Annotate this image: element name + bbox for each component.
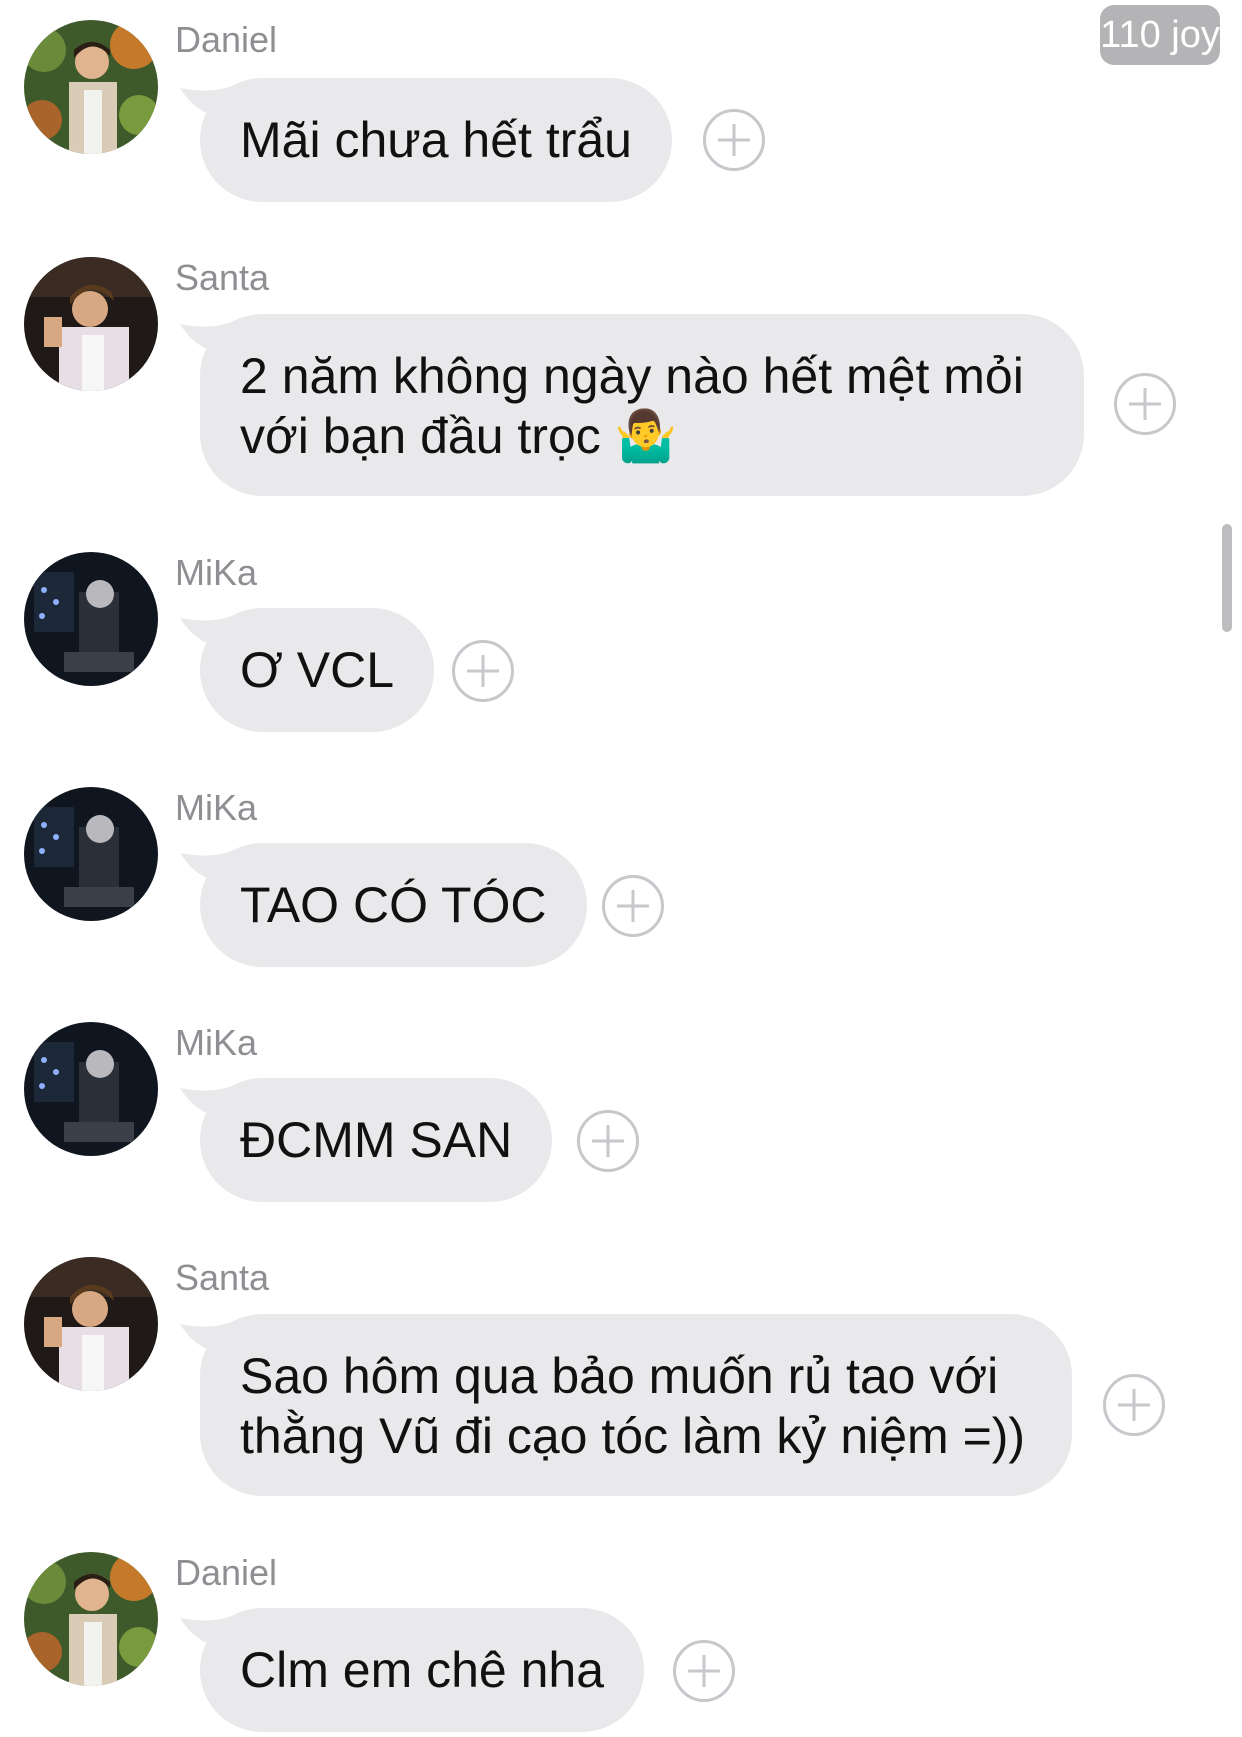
message-bubble[interactable]: Clm em chê nha bbox=[200, 1608, 645, 1732]
mika-avatar[interactable] bbox=[24, 787, 158, 921]
message-bubble[interactable]: Sao hôm qua bảo muốn rủ tao với thằng Vũ… bbox=[200, 1314, 1072, 1496]
daniel-avatar[interactable] bbox=[24, 20, 158, 154]
sender-name: Santa bbox=[175, 257, 270, 298]
message-text: Clm em chê nha bbox=[240, 1642, 605, 1698]
add-reaction-button[interactable] bbox=[602, 875, 664, 937]
mika-avatar[interactable] bbox=[24, 1022, 158, 1156]
message-text: 2 năm không ngày nào hết mệt mỏi bbox=[240, 348, 1024, 404]
reaction-count-badge[interactable]: 110 joy bbox=[1100, 5, 1220, 65]
message-text: với bạn đầu trọc 🤷‍♂️ bbox=[240, 408, 677, 464]
santa-avatar[interactable] bbox=[24, 1257, 158, 1391]
message-bubble[interactable]: 2 năm không ngày nào hết mệt mỏi với bạn… bbox=[200, 314, 1084, 496]
message-bubble[interactable]: Ơ VCL bbox=[200, 608, 435, 732]
santa-avatar[interactable] bbox=[24, 257, 158, 391]
daniel-avatar[interactable] bbox=[24, 1552, 158, 1686]
message-text: thằng Vũ đi cạo tóc làm kỷ niệm =)) bbox=[240, 1408, 1026, 1464]
message-bubble[interactable]: Mãi chưa hết trẩu bbox=[200, 78, 672, 202]
mika-avatar[interactable] bbox=[24, 552, 158, 686]
message-text: Ơ VCL bbox=[240, 642, 395, 698]
add-reaction-button[interactable] bbox=[673, 1640, 735, 1702]
sender-name: MiKa bbox=[175, 787, 258, 828]
sender-name: Daniel bbox=[175, 19, 278, 60]
add-reaction-button[interactable] bbox=[577, 1110, 639, 1172]
sender-name: MiKa bbox=[175, 1022, 258, 1063]
message-text: ĐCMM SAN bbox=[240, 1112, 513, 1168]
add-reaction-button[interactable] bbox=[1114, 373, 1176, 435]
add-reaction-button[interactable] bbox=[1103, 1374, 1165, 1436]
message-text: TAO CÓ TÓC bbox=[240, 877, 547, 933]
sender-name: MiKa bbox=[175, 552, 258, 593]
sender-name: Santa bbox=[175, 1257, 270, 1298]
add-reaction-button[interactable] bbox=[703, 109, 765, 171]
message-bubble[interactable]: TAO CÓ TÓC bbox=[200, 843, 587, 967]
add-reaction-button[interactable] bbox=[452, 640, 514, 702]
sender-name: Daniel bbox=[175, 1552, 278, 1593]
message-bubble[interactable]: ĐCMM SAN bbox=[200, 1078, 553, 1202]
message-text: Sao hôm qua bảo muốn rủ tao với bbox=[240, 1348, 999, 1404]
scrollbar[interactable] bbox=[1222, 524, 1232, 632]
message-text: Mãi chưa hết trẩu bbox=[240, 112, 632, 168]
